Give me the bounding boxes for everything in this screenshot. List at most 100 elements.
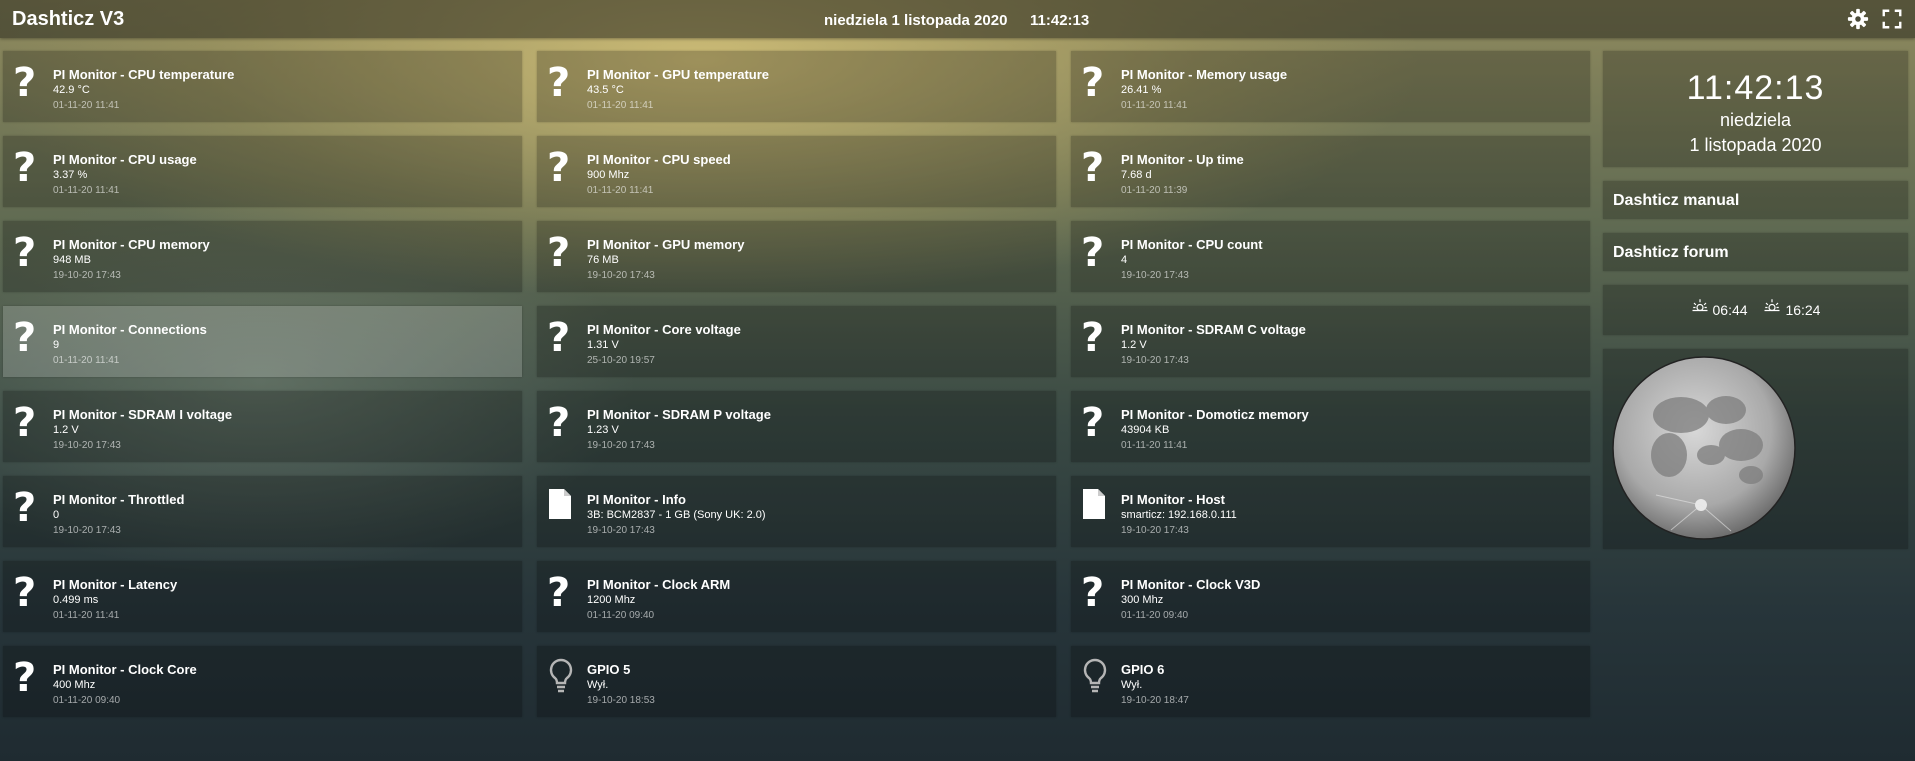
tile-value: 76 MB: [587, 254, 619, 266]
device-tile[interactable]: ? PI Monitor - CPU temperature 42.9 °C 01-1…: [3, 51, 522, 122]
tile-value: 3.37 %: [53, 169, 88, 181]
tile-value: 1.31 V: [587, 339, 619, 351]
link-dashticz-manual[interactable]: Dashticz manual: [1603, 181, 1908, 219]
tile-timestamp: 19-10-20 17:43: [1121, 525, 1189, 536]
question-mark-icon: ?: [1081, 315, 1105, 361]
fullscreen-icon[interactable]: [1881, 8, 1903, 30]
device-tile[interactable]: ? PI Monitor - GPU temperature 43.5 °C 01-1…: [537, 51, 1056, 122]
tile-title: PI Monitor - Clock V3D: [1121, 577, 1261, 592]
tile-title: PI Monitor - Host: [1121, 492, 1225, 507]
question-mark-icon: ?: [1081, 145, 1105, 191]
clock-block: 11:42:13 niedziela 1 listopada 2020: [1603, 51, 1908, 167]
tile-title: PI Monitor - Connections: [53, 322, 207, 337]
question-mark-icon: ?: [13, 485, 37, 531]
moon-icon: [1612, 356, 1796, 540]
device-tile[interactable]: ? PI Monitor - CPU count 4 19-10-20 17:43: [1071, 221, 1590, 292]
tile-title: PI Monitor - CPU count: [1121, 237, 1263, 252]
device-tile[interactable]: GPIO 6 Wył. 19-10-20 18:47: [1071, 646, 1590, 717]
device-tile[interactable]: ? PI Monitor - Memory usage 26.41 % 01-11-2…: [1071, 51, 1590, 122]
sun-times-block: 06:44 16:24: [1603, 285, 1908, 335]
tile-title: GPIO 6: [1121, 662, 1165, 677]
sunset-time: 16:24: [1785, 302, 1821, 318]
tile-title: PI Monitor - SDRAM I voltage: [53, 407, 233, 422]
tile-timestamp: 01-11-20 09:40: [1121, 610, 1189, 621]
tile-title: PI Monitor - Domoticz memory: [1121, 407, 1309, 422]
device-tile[interactable]: ? PI Monitor - Clock V3D 300 Mhz 01-11-20 0…: [1071, 561, 1590, 632]
tile-title: PI Monitor - GPU temperature: [587, 67, 770, 82]
link-dashticz-forum[interactable]: Dashticz forum: [1603, 233, 1908, 271]
tile-timestamp: 01-11-20 09:40: [587, 610, 655, 621]
question-mark-icon: ?: [13, 400, 37, 446]
sunset-icon: [1763, 285, 1781, 335]
tile-title: PI Monitor - Info: [587, 492, 686, 507]
device-tile[interactable]: ? PI Monitor - SDRAM I voltage 1.2 V 19-10-…: [3, 391, 522, 462]
tile-value: 0: [53, 509, 60, 521]
device-tile[interactable]: ? PI Monitor - Throttled 0 19-10-20 17:43: [3, 476, 522, 547]
question-mark-icon: ?: [547, 400, 571, 446]
device-tile[interactable]: ? PI Monitor - SDRAM P voltage 1.23 V 19-10…: [537, 391, 1056, 462]
top-bar: Dashticz V3 niedziela 1 listopada 2020 1…: [0, 0, 1915, 38]
device-tile[interactable]: ? PI Monitor - Latency 0.499 ms 01-11-20 11…: [3, 561, 522, 632]
tile-value: Wył.: [587, 679, 609, 691]
device-tile[interactable]: ? PI Monitor - Up time 7.68 d 01-11-20 11:3…: [1071, 136, 1590, 207]
question-mark-icon: ?: [1081, 60, 1105, 106]
tile-timestamp: 01-11-20 11:39: [1121, 185, 1188, 196]
device-grid: ? PI Monitor - CPU temperature 42.9 °C 01-1…: [3, 51, 1590, 717]
gear-icon[interactable]: [1847, 8, 1869, 30]
lightbulb-icon: [1081, 658, 1109, 698]
tile-title: PI Monitor - CPU usage: [53, 152, 197, 167]
device-tile[interactable]: ? PI Monitor - Domoticz memory 43904 KB 01-…: [1071, 391, 1590, 462]
file-icon: [1081, 488, 1109, 528]
tile-timestamp: 01-11-20 11:41: [53, 100, 120, 111]
question-mark-icon: ?: [547, 230, 571, 276]
device-tile[interactable]: ? PI Monitor - SDRAM C voltage 1.2 V 19-10-…: [1071, 306, 1590, 377]
tile-value: smarticz: 192.168.0.111: [1121, 509, 1237, 521]
lightbulb-icon: [547, 658, 575, 698]
device-tile[interactable]: ? PI Monitor - CPU speed 900 Mhz 01-11-20 1…: [537, 136, 1056, 207]
question-mark-icon: ?: [13, 655, 37, 701]
sunrise-icon: [1691, 285, 1709, 335]
device-tile[interactable]: ? PI Monitor - GPU memory 76 MB 19-10-20 17…: [537, 221, 1056, 292]
device-tile[interactable]: ? PI Monitor - Clock Core 400 Mhz 01-11-20 …: [3, 646, 522, 717]
tile-title: GPIO 5: [587, 662, 631, 677]
tile-timestamp: 19-10-20 17:43: [587, 525, 655, 536]
tile-title: PI Monitor - Memory usage: [1121, 67, 1288, 82]
tile-value: 42.9 °C: [53, 84, 90, 96]
device-tile[interactable]: GPIO 5 Wył. 19-10-20 18:53: [537, 646, 1056, 717]
tile-value: 900 Mhz: [587, 169, 630, 181]
tile-timestamp: 19-10-20 18:47: [1121, 695, 1189, 706]
question-mark-icon: ?: [1081, 230, 1105, 276]
question-mark-icon: ?: [547, 60, 571, 106]
device-tile[interactable]: ? PI Monitor - CPU memory 948 MB 19-10-20 1…: [3, 221, 522, 292]
header-date: niedziela 1 listopada 2020: [824, 12, 1008, 29]
tile-timestamp: 19-10-20 17:43: [53, 440, 121, 451]
tile-title: PI Monitor - CPU memory: [53, 237, 210, 252]
tile-timestamp: 01-11-20 11:41: [53, 610, 120, 621]
tile-value: 26.41 %: [1121, 84, 1162, 96]
device-tile[interactable]: ? PI Monitor - Core voltage 1.31 V 25-10-20…: [537, 306, 1056, 377]
device-tile[interactable]: PI Monitor - Host smarticz: 192.168.0.111…: [1071, 476, 1590, 547]
tile-value: Wył.: [1121, 679, 1143, 691]
device-tile[interactable]: ? PI Monitor - CPU usage 3.37 % 01-11-20 11…: [3, 136, 522, 207]
question-mark-icon: ?: [13, 145, 37, 191]
file-icon: [547, 488, 575, 528]
tile-value: 43904 KB: [1121, 424, 1170, 436]
tile-timestamp: 19-10-20 17:43: [587, 270, 655, 281]
tile-value: 3B: BCM2837 - 1 GB (Sony UK: 2.0): [587, 509, 766, 521]
tile-timestamp: 19-10-20 17:43: [587, 440, 655, 451]
question-mark-icon: ?: [13, 315, 37, 361]
tile-timestamp: 19-10-20 17:43: [53, 270, 121, 281]
tile-title: PI Monitor - Clock Core: [53, 662, 197, 677]
tile-timestamp: 25-10-20 19:57: [587, 355, 655, 366]
device-tile[interactable]: ? PI Monitor - Clock ARM 1200 Mhz 01-11-20 …: [537, 561, 1056, 632]
tile-value: 1.23 V: [587, 424, 619, 436]
device-tile[interactable]: ? PI Monitor - Connections 9 01-11-20 11:41: [3, 306, 522, 377]
header-time: 11:42:13: [1030, 12, 1090, 29]
tile-value: 1.2 V: [1121, 339, 1147, 351]
question-mark-icon: ?: [547, 145, 571, 191]
device-tile[interactable]: PI Monitor - Info 3B: BCM2837 - 1 GB (Son…: [537, 476, 1056, 547]
question-mark-icon: ?: [547, 570, 571, 616]
clock-date: 1 listopada 2020: [1689, 135, 1822, 155]
tile-timestamp: 01-11-20 11:41: [53, 185, 120, 196]
link-label: Dashticz manual: [1613, 192, 1740, 209]
